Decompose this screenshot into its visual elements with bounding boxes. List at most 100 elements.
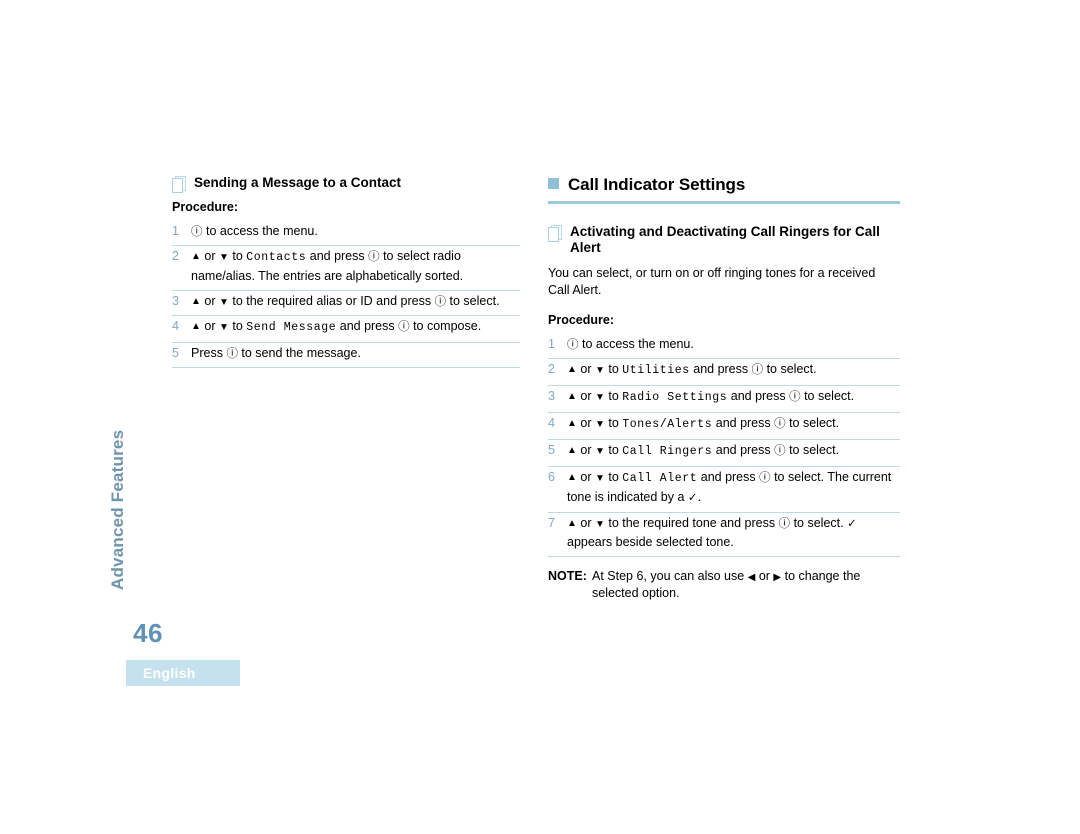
right-sub-header-title: Activating and Deactivating Call Ringers… <box>570 224 880 255</box>
arrow-down-icon: ▼ <box>594 473 605 484</box>
left-steps-list: 1 ⓘ to access the menu. 2 ▲ or ▼ to Contact… <box>172 221 520 368</box>
procedure-step: 3 ▲ or ▼ to Radio Settings and press ⓘ to… <box>548 386 900 413</box>
procedure-step: 6 ▲ or ▼ to Call Alert and press ⓘ to sel… <box>548 467 900 513</box>
procedure-step: 3 ▲ or ▼ to the required alias or ID and … <box>172 291 520 316</box>
step-body: ▲ or ▼ to the required alias or ID and p… <box>191 292 520 310</box>
menu-button-icon: ⓘ <box>774 418 786 430</box>
left-sub-header: Sending a Message to a Contact <box>172 175 520 193</box>
step-text: to the required tone and press <box>604 516 779 530</box>
arrow-down-icon: ▼ <box>594 392 605 403</box>
step-body: ▲ or ▼ to Call Ringers and press ⓘ to se… <box>567 441 900 461</box>
menu-item-text: Tones/Alerts <box>622 418 713 431</box>
procedure-step: 1 ⓘ to access the menu. <box>548 334 900 359</box>
step-text: or <box>576 416 595 430</box>
step-text: to <box>228 319 247 333</box>
note-body: At Step 6, you can also use ◀ or ▶ to ch… <box>592 568 900 602</box>
arrow-up-icon: ▲ <box>191 296 201 307</box>
step-number: 3 <box>548 389 555 403</box>
step-number: 2 <box>548 362 555 376</box>
procedure-step: 4 ▲ or ▼ to Send Message and press ⓘ to c… <box>172 316 520 343</box>
step-text: or <box>200 319 219 333</box>
step-text: and press <box>306 249 369 263</box>
square-bullet-icon <box>548 178 559 189</box>
procedure-step: 1 ⓘ to access the menu. <box>172 221 520 246</box>
step-text: to send the message. <box>237 346 361 360</box>
step-text: to <box>604 470 623 484</box>
step-text: to access the menu. <box>202 224 318 238</box>
right-procedure-label: Procedure: <box>548 313 614 327</box>
arrow-down-icon: ▼ <box>594 519 605 530</box>
note-block: NOTE: At Step 6, you can also use ◀ or ▶… <box>548 568 900 602</box>
step-text: and press <box>712 443 775 457</box>
step-body: ▲ or ▼ to Tones/Alerts and press ⓘ to se… <box>567 414 900 434</box>
step-text: to <box>604 443 623 457</box>
step-number: 6 <box>548 470 555 484</box>
step-text: to select. <box>785 443 840 457</box>
check-mark-icon: ✓ <box>847 518 857 530</box>
step-text: or <box>755 569 774 583</box>
step-number: 2 <box>172 249 179 263</box>
right-steps-list: 1 ⓘ to access the menu. 2 ▲ or ▼ to Utiliti… <box>548 334 900 557</box>
step-number: 4 <box>172 319 179 333</box>
step-text: to <box>228 249 247 263</box>
step-number: 7 <box>548 516 555 530</box>
step-number: 1 <box>172 224 179 238</box>
language-badge-label: English <box>143 665 196 681</box>
arrow-up-icon: ▲ <box>567 445 577 456</box>
arrow-up-icon: ▲ <box>567 364 577 375</box>
left-sub-header-title: Sending a Message to a Contact <box>194 175 402 190</box>
step-text: and press <box>712 416 775 430</box>
step-text: Press <box>191 346 227 360</box>
menu-button-icon: ⓘ <box>774 445 786 457</box>
procedure-step: 2 ▲ or ▼ to Utilities and press ⓘ to sele… <box>548 359 900 386</box>
left-procedure-label: Procedure: <box>172 200 238 214</box>
menu-button-icon: ⓘ <box>759 472 771 484</box>
step-text: or <box>576 389 595 403</box>
menu-item-text: Contacts <box>246 251 307 264</box>
step-body: ▲ or ▼ to Send Message and press ⓘ to co… <box>191 317 520 337</box>
step-text: to the required alias or ID and press <box>228 294 435 308</box>
step-text: or <box>576 470 595 484</box>
arrow-down-icon: ▼ <box>218 252 229 263</box>
arrow-up-icon: ▲ <box>567 391 577 402</box>
menu-item-text: Send Message <box>246 321 337 334</box>
arrow-down-icon: ▼ <box>218 297 229 308</box>
menu-item-text: Call Alert <box>622 472 698 485</box>
menu-item-text: Radio Settings <box>622 391 728 404</box>
arrow-up-icon: ▲ <box>191 321 201 332</box>
side-tab: Advanced Features <box>108 400 154 590</box>
arrow-down-icon: ▼ <box>594 365 605 376</box>
step-text: to compose. <box>409 319 482 333</box>
step-text: to select. <box>763 362 817 376</box>
step-body: ▲ or ▼ to Utilities and press ⓘ to selec… <box>567 360 900 380</box>
step-number: 5 <box>548 443 555 457</box>
arrow-up-icon: ▲ <box>567 418 577 429</box>
step-text: and press <box>689 362 752 376</box>
menu-button-icon: ⓘ <box>789 391 801 403</box>
step-body: ▲ or ▼ to Call Alert and press ⓘ to sele… <box>567 468 900 507</box>
arrow-up-icon: ▲ <box>567 472 577 483</box>
menu-item-text: Utilities <box>622 364 690 377</box>
page-document-icon <box>548 225 562 242</box>
procedure-step: 5 Press ⓘ to send the message. <box>172 343 520 368</box>
step-text: to <box>604 416 623 430</box>
menu-button-icon: ⓘ <box>226 348 238 360</box>
check-mark-icon: ✓ <box>687 492 698 504</box>
step-text: to select. <box>446 294 500 308</box>
step-text: to <box>604 362 623 376</box>
step-body: ▲ or ▼ to Radio Settings and press ⓘ to … <box>567 387 900 407</box>
step-number: 3 <box>172 294 179 308</box>
step-text: to access the menu. <box>578 337 694 351</box>
step-text: . <box>697 490 702 504</box>
step-number: 1 <box>548 337 555 351</box>
procedure-step: 2 ▲ or ▼ to Contacts and press ⓘ to selec… <box>172 246 520 291</box>
step-text: and press <box>697 470 760 484</box>
step-text: or <box>576 443 595 457</box>
procedure-step: 7 ▲ or ▼ to the required tone and press ⓘ… <box>548 513 900 557</box>
menu-button-icon: ⓘ <box>434 296 447 308</box>
arrow-down-icon: ▼ <box>218 322 229 333</box>
step-body: ▲ or ▼ to the required tone and press ⓘ … <box>567 514 900 551</box>
menu-button-icon: ⓘ <box>751 364 764 376</box>
step-number: 4 <box>548 416 555 430</box>
step-text: and press <box>336 319 399 333</box>
